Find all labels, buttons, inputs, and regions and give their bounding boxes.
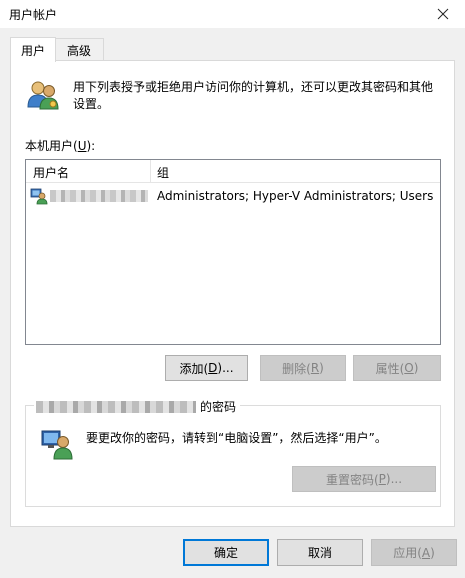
password-group-title-suffix: 的密码 [200,400,237,414]
column-header-group[interactable]: 组 [157,164,169,181]
user-icon [30,188,48,205]
window-title: 用户帐户 [9,8,58,22]
tab-advanced[interactable]: 高级 [54,38,104,61]
user-groups: Administrators; Hyper-V Administrators; … [157,189,434,203]
table-row[interactable]: Administrators; Hyper-V Administrators; … [26,186,440,206]
password-groupbox: 的密码 要更改你的密码，请转到“电脑设置”，然后选择“用户”。 重置密码(P).… [25,398,441,507]
redacted-username [50,190,148,202]
password-instructions: 要更改你的密码，请转到“电脑设置”，然后选择“用户”。 [86,431,387,445]
ok-button[interactable]: 确定 [183,539,269,566]
properties-button[interactable]: 属性(O) [353,355,441,381]
tab-users-label: 用户 [20,43,45,58]
column-header-username[interactable]: 用户名 [33,164,69,181]
cancel-button[interactable]: 取消 [277,539,363,566]
redacted-account-name [36,400,196,413]
close-icon [437,8,449,20]
users-tab-panel: 用下列表授予或拒绝用户访问你的计算机，还可以更改其密码和其他设置。 本机用户(U… [10,60,455,527]
remove-user-button[interactable]: 删除(R) [260,355,346,381]
users-icon [27,81,59,110]
info-text: 用下列表授予或拒绝用户访问你的计算机，还可以更改其密码和其他设置。 [73,80,434,111]
title-bar: 用户帐户 [0,0,465,28]
list-header: 用户名 组 [26,160,440,183]
password-group-title: 的密码 [34,398,241,415]
local-users-label: 本机用户(U): [25,139,96,153]
reset-password-button[interactable]: 重置密码(P)... [292,466,436,492]
column-divider[interactable] [150,160,151,182]
user-computer-icon [41,430,73,460]
add-user-button[interactable]: 添加(D)... [165,355,248,381]
close-button[interactable] [421,0,465,28]
apply-button[interactable]: 应用(A) [371,539,457,566]
tab-advanced-label: 高级 [66,43,91,58]
tab-users[interactable]: 用户 [10,37,56,62]
local-users-list[interactable]: 用户名 组 Administrators; Hyper-V Administra… [25,159,441,345]
